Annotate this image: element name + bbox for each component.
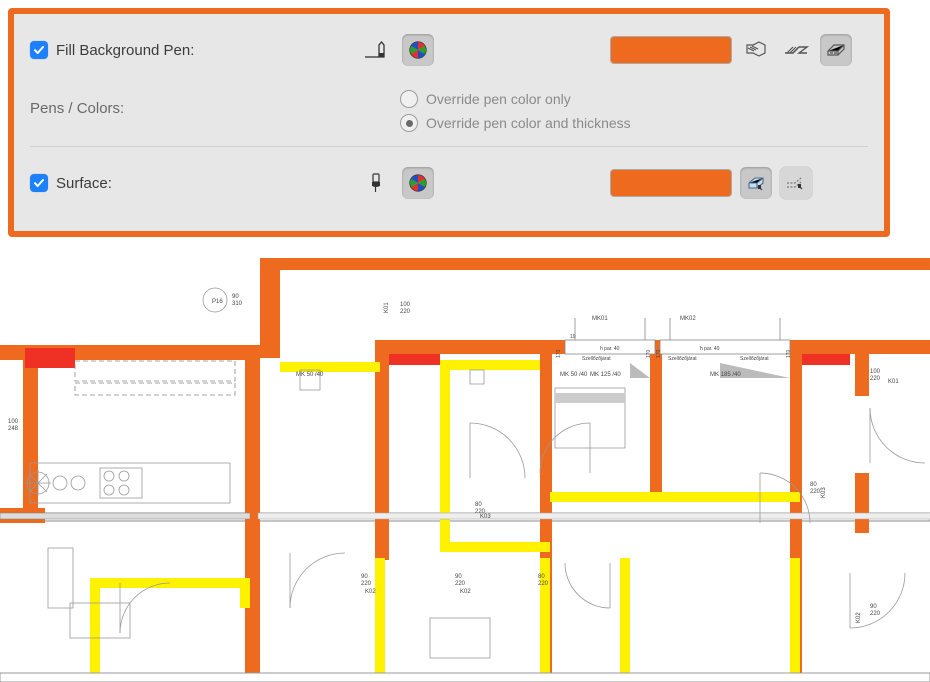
radio-override-color-thickness[interactable]: Override pen color and thickness (400, 114, 631, 132)
surface-color-wheel-button[interactable] (402, 167, 434, 199)
label-szell-a: Szellőzőjárat (582, 356, 611, 362)
label-170c: 170 (656, 349, 662, 358)
radio-label: Override pen color only (426, 91, 571, 107)
dim-100-220: 100220 (400, 302, 411, 315)
label-k01b: K01 (888, 379, 899, 385)
dim-90-220b: 90220 (361, 574, 372, 587)
radio-override-color-only[interactable]: Override pen color only (400, 90, 631, 108)
hatch-pattern-3-button[interactable] (820, 34, 852, 66)
label-k01: K01 (384, 302, 390, 313)
color-wheel-button[interactable] (402, 34, 434, 66)
label-hpar-b: h par. 40 (700, 346, 720, 352)
surface-label: Surface: (56, 175, 112, 192)
label-mk50-40: MK 50 /40 (296, 372, 324, 378)
label-szell-c: Szellőzőjárat (740, 356, 769, 362)
dim-80-220c: 80220 (810, 482, 821, 495)
dim-100-248: 100248 (8, 419, 19, 432)
fill-background-row: Fill Background Pen: (30, 32, 868, 68)
fill-background-checkbox[interactable] (30, 41, 48, 59)
floor-plan-viewport[interactable]: .orange { fill:#ed6a1e; } .wall { stroke… (0, 258, 930, 682)
label-szell-b: Szellőzőjárat (668, 356, 697, 362)
surface-apply-1-button[interactable] (740, 167, 772, 199)
surface-apply-2-button[interactable] (780, 167, 812, 199)
label-mk02: MK02 (680, 316, 696, 322)
pen-icon (360, 34, 392, 66)
label-k03: K03 (480, 514, 491, 520)
label-170d: 170 (786, 349, 792, 358)
divider (30, 146, 868, 147)
label-k02c: K02 (856, 612, 862, 623)
label-19: 19 (570, 334, 576, 340)
label-mk50-40b: MK 50 /40 (560, 372, 588, 378)
override-settings-panel: Fill Background Pen: (8, 8, 890, 237)
fill-background-color-swatch[interactable] (610, 36, 732, 64)
radio-icon (400, 90, 418, 108)
paintbrush-icon (360, 167, 392, 199)
radio-label: Override pen color and thickness (426, 115, 631, 131)
hatch-pattern-1-icon[interactable] (740, 34, 772, 66)
label-k02: K02 (365, 589, 376, 595)
label-hpar-a: h par. 40 (600, 346, 620, 352)
dim-90-220d: 90220 (870, 604, 881, 617)
pens-colors-row: Pens / Colors: Override pen color only O… (30, 90, 868, 132)
dim-100-220b: 100220 (870, 369, 881, 382)
pens-colors-radio-group: Override pen color only Override pen col… (400, 90, 631, 132)
label-k02b: K02 (460, 589, 471, 595)
dim-90-220c: 90220 (455, 574, 466, 587)
surface-row: Surface: (30, 165, 868, 201)
label-mk01: MK01 (592, 316, 608, 322)
label-170b: 170 (646, 349, 652, 358)
dim-90-310: 90310 (232, 294, 243, 307)
label-mk185-40: MK 185 /40 (710, 372, 741, 378)
label-k03b: K03 (821, 487, 827, 498)
label-170a: 170 (556, 349, 562, 358)
radio-icon (400, 114, 418, 132)
surface-checkbox[interactable] (30, 174, 48, 192)
fill-background-label: Fill Background Pen: (56, 42, 194, 59)
surface-color-swatch[interactable] (610, 169, 732, 197)
label-p16: P16 (212, 299, 223, 305)
label-mk125-40: MK 125 /40 (590, 372, 621, 378)
pens-colors-label: Pens / Colors: (30, 100, 124, 117)
hatch-pattern-2-icon[interactable] (780, 34, 812, 66)
